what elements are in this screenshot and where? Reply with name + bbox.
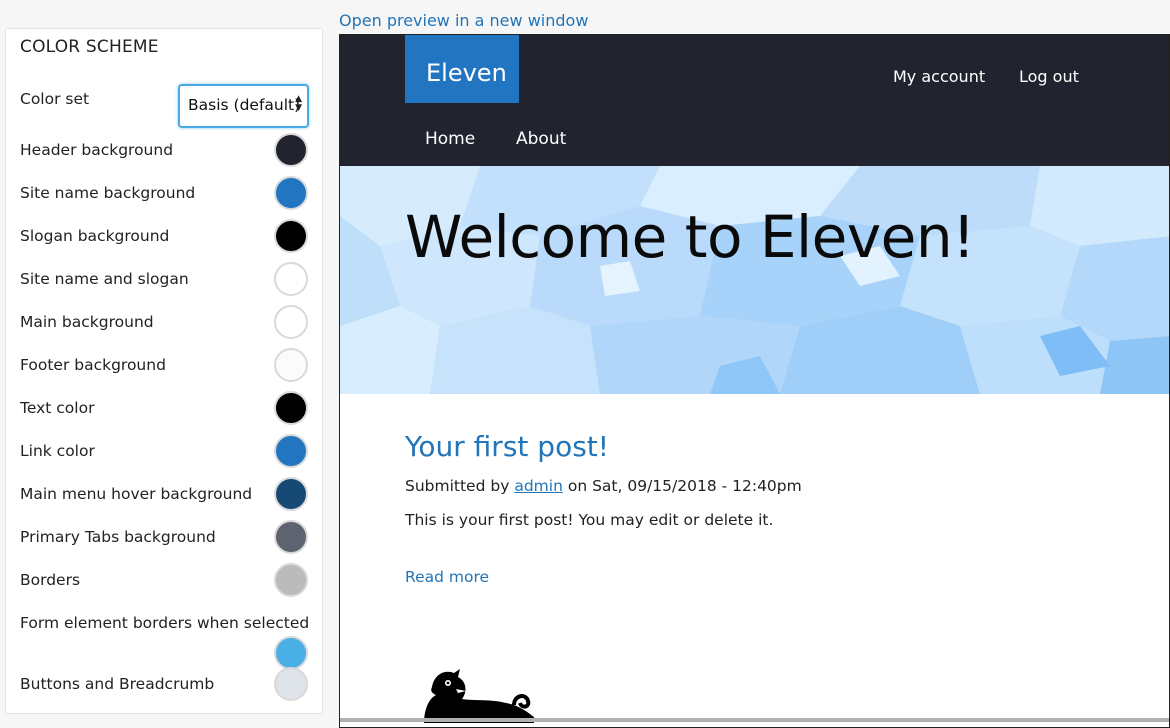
color-set-value: Basis (default) (188, 96, 301, 114)
log-out-link[interactable]: Log out (1019, 67, 1079, 86)
panel-title: COLOR SCHEME (20, 37, 159, 57)
field-label: Text color (20, 399, 95, 417)
theme-preview: Eleven My account Log out Home About Wel… (339, 34, 1170, 728)
color-set-label: Color set (20, 90, 90, 108)
hero-banner: Welcome to Eleven! (340, 166, 1169, 394)
field-site-name-background: Site name background (6, 176, 324, 227)
field-label: Footer background (20, 356, 166, 374)
post-body: This is your first post! You may edit or… (405, 511, 774, 529)
field-label: Slogan background (20, 227, 170, 245)
field-footer-background: Footer background (6, 348, 324, 399)
field-buttons-and-breadcrumb: Buttons and Breadcrumb (6, 667, 324, 718)
color-swatch-text-color[interactable] (274, 391, 308, 425)
field-main-background: Main background (6, 305, 324, 356)
field-site-name-and-slogan: Site name and slogan (6, 262, 324, 313)
color-swatch-header-background[interactable] (274, 133, 308, 167)
color-scheme-panel: COLOR SCHEME Color set Basis (default) ▲… (5, 28, 323, 714)
field-label: Form element borders when selected (20, 614, 310, 632)
meta-prefix: Submitted by (405, 477, 510, 495)
color-swatch-borders[interactable] (274, 563, 308, 597)
color-swatch-footer-background[interactable] (274, 348, 308, 382)
site-name[interactable]: Eleven (405, 35, 519, 103)
field-label: Link color (20, 442, 95, 460)
meta-suffix: on Sat, 09/15/2018 - 12:40pm (567, 477, 802, 495)
field-link-color: Link color (6, 434, 324, 485)
menu-item-about[interactable]: About (516, 129, 566, 149)
color-swatch-buttons-and-breadcrumb[interactable] (274, 667, 308, 701)
druplicon-icon (424, 669, 534, 723)
field-primary-tabs-background: Primary Tabs background (6, 520, 324, 571)
post-title-link[interactable]: Your first post! (405, 430, 609, 463)
select-arrows-icon: ▲ ▼ (295, 94, 302, 113)
color-set-select[interactable]: Basis (default) ▲ ▼ (178, 84, 309, 128)
author-link[interactable]: admin (514, 477, 563, 495)
post-meta: Submitted by admin on Sat, 09/15/2018 - … (405, 477, 802, 495)
field-label: Site name background (20, 184, 196, 202)
my-account-link[interactable]: My account (893, 67, 985, 86)
color-swatch-slogan-background[interactable] (274, 219, 308, 253)
field-label: Buttons and Breadcrumb (20, 675, 215, 693)
field-label: Main menu hover background (20, 485, 253, 503)
color-swatch-site-name-and-slogan[interactable] (274, 262, 308, 296)
color-swatch-link-color[interactable] (274, 434, 308, 468)
field-slogan-background: Slogan background (6, 219, 324, 270)
field-borders: Borders (6, 563, 324, 614)
field-header-background: Header background (6, 133, 324, 184)
color-swatch-primary-tabs-background[interactable] (274, 520, 308, 554)
field-label: Main background (20, 313, 154, 331)
open-preview-link[interactable]: Open preview in a new window (339, 11, 588, 30)
field-form-element-borders: Form element borders when selected (6, 614, 324, 674)
field-label: Site name and slogan (20, 270, 189, 288)
site-header: Eleven My account Log out Home About (340, 35, 1169, 166)
field-main-menu-hover-background: Main menu hover background (6, 477, 324, 528)
field-label: Primary Tabs background (20, 528, 216, 546)
hero-pattern (340, 166, 1169, 394)
color-swatch-site-name-background[interactable] (274, 176, 308, 210)
field-label: Header background (20, 141, 174, 159)
read-more-link[interactable]: Read more (405, 568, 489, 586)
color-swatch-main-menu-hover-background[interactable] (274, 477, 308, 511)
color-swatch-form-element-borders[interactable] (274, 636, 308, 670)
footer-divider (340, 718, 1169, 722)
hero-title: Welcome to Eleven! (405, 203, 975, 271)
color-swatch-main-background[interactable] (274, 305, 308, 339)
menu-item-home[interactable]: Home (425, 129, 475, 149)
field-label: Borders (20, 571, 81, 589)
field-text-color: Text color (6, 391, 324, 442)
